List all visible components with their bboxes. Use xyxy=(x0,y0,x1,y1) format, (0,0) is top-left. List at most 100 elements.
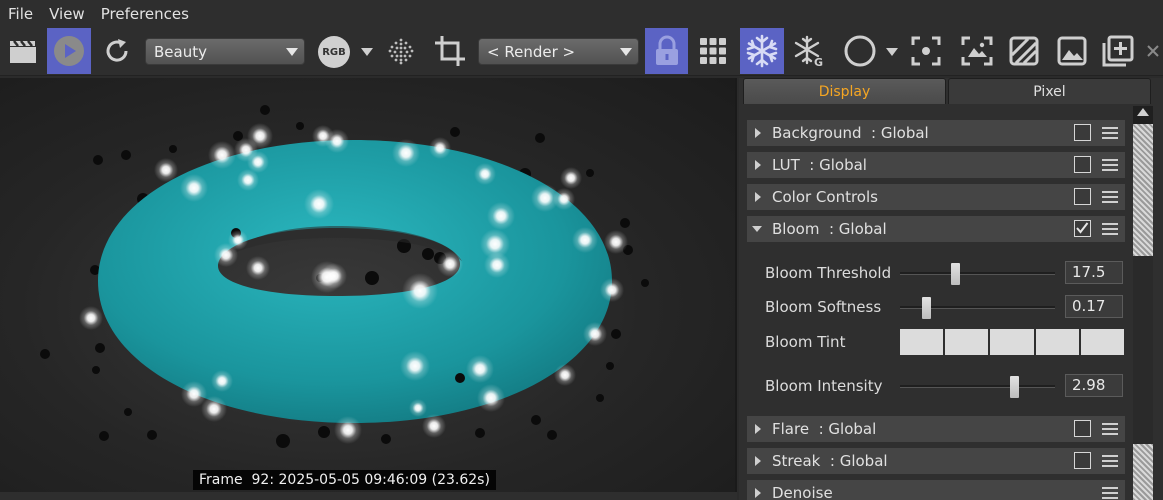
snowflake-g-icon: G xyxy=(794,35,823,68)
section-enable-checkbox[interactable] xyxy=(1074,420,1091,437)
menu-file[interactable]: File xyxy=(8,0,33,28)
section-enable-checkbox[interactable] xyxy=(1074,188,1091,205)
grid-view-button[interactable] xyxy=(694,28,732,74)
menu-preferences[interactable]: Preferences xyxy=(101,0,189,28)
refresh-button[interactable] xyxy=(100,28,134,74)
region-fit-button[interactable] xyxy=(956,28,998,74)
bloom-threshold-input[interactable]: 17.5 xyxy=(1065,261,1123,284)
tint-swatch[interactable] xyxy=(900,329,944,355)
expand-arrow-icon[interactable] xyxy=(755,424,761,434)
frame-info-label: Frame 92: 2025-05-05 09:46:09 (23.62s) xyxy=(193,470,496,490)
clapperboard-button[interactable] xyxy=(4,28,42,74)
section-background[interactable]: Background : Global xyxy=(747,120,1125,146)
snowflake-icon xyxy=(746,34,778,68)
tint-swatch[interactable] xyxy=(945,329,989,355)
render-viewport[interactable] xyxy=(0,78,737,492)
collapse-arrow-icon[interactable] xyxy=(752,226,762,232)
hamburger-menu-icon[interactable] xyxy=(1099,155,1121,175)
focus-pick-button[interactable] xyxy=(906,28,946,74)
bloom-intensity-input[interactable]: 2.98 xyxy=(1065,374,1123,397)
bloom-intensity-label: Bloom Intensity xyxy=(765,377,883,395)
section-label: Color Controls xyxy=(772,188,878,206)
settings-panel: Display Pixel Background : Global LUT : … xyxy=(739,78,1163,500)
svg-text:G: G xyxy=(814,56,823,68)
section-streak[interactable]: Streak : Global xyxy=(747,448,1125,474)
toolbar: Beauty RGB < Render > G xyxy=(0,28,1163,76)
chevron-down-icon[interactable] xyxy=(886,48,898,56)
checkmark-icon xyxy=(1076,222,1089,234)
chevron-down-icon xyxy=(286,48,298,56)
hamburger-menu-icon[interactable] xyxy=(1099,451,1121,471)
bloom-intensity-slider-handle[interactable] xyxy=(1010,376,1020,398)
rgb-channel-button[interactable]: RGB xyxy=(318,36,350,68)
tab-display[interactable]: Display xyxy=(743,78,946,104)
panel-tabs: Display Pixel xyxy=(743,78,1151,104)
section-label: Background : Global xyxy=(772,124,929,142)
chevron-down-icon[interactable] xyxy=(361,48,373,56)
bloom-tint-swatches[interactable] xyxy=(900,329,1125,355)
hamburger-menu-icon[interactable] xyxy=(1099,219,1121,239)
render-pass-value: Beauty xyxy=(154,42,207,61)
tint-swatch[interactable] xyxy=(1035,329,1079,355)
add-layer-button[interactable] xyxy=(1098,28,1138,74)
section-bloom[interactable]: Bloom : Global xyxy=(747,216,1125,242)
image-icon xyxy=(1057,36,1087,66)
section-flare[interactable]: Flare : Global xyxy=(747,416,1125,442)
bloom-softness-input[interactable]: 0.17 xyxy=(1065,295,1123,318)
section-color-controls[interactable]: Color Controls xyxy=(747,184,1125,210)
close-icon[interactable] xyxy=(1144,28,1162,74)
scroll-up-icon[interactable] xyxy=(1137,108,1149,116)
section-label: LUT : Global xyxy=(772,156,867,174)
tint-swatch[interactable] xyxy=(1080,329,1125,355)
render-pass-dropdown[interactable]: Beauty xyxy=(145,38,305,65)
section-label: Flare : Global xyxy=(772,420,877,438)
menu-bar: File View Preferences xyxy=(0,0,1163,28)
render-region-value: < Render > xyxy=(487,42,576,61)
expand-arrow-icon[interactable] xyxy=(755,456,761,466)
expand-arrow-icon[interactable] xyxy=(755,128,761,138)
section-enable-checkbox[interactable] xyxy=(1074,156,1091,173)
hamburger-menu-icon[interactable] xyxy=(1099,419,1121,439)
section-enable-checkbox[interactable] xyxy=(1074,452,1091,469)
expand-arrow-icon[interactable] xyxy=(755,192,761,202)
section-lut[interactable]: LUT : Global xyxy=(747,152,1125,178)
bloom-threshold-slider-handle[interactable] xyxy=(951,263,961,285)
lock-button[interactable] xyxy=(645,28,688,74)
global-freeze-button[interactable]: G xyxy=(790,28,828,74)
hamburger-menu-icon[interactable] xyxy=(1099,123,1121,143)
section-label: Streak : Global xyxy=(772,452,888,470)
scrollbar-track-lower[interactable] xyxy=(1133,444,1153,500)
section-enable-checkbox[interactable] xyxy=(1074,124,1091,141)
tab-pixel[interactable]: Pixel xyxy=(948,78,1151,104)
tint-swatch[interactable] xyxy=(990,329,1034,355)
hamburger-menu-icon[interactable] xyxy=(1099,187,1121,207)
refresh-icon xyxy=(106,39,128,62)
render-region-dropdown[interactable]: < Render > xyxy=(478,38,639,65)
scrollbar-thumb[interactable] xyxy=(1133,256,1153,444)
section-label: Denoise xyxy=(772,484,833,500)
bloom-intensity-slider[interactable] xyxy=(900,385,1055,388)
dither-button[interactable] xyxy=(384,28,418,74)
clapperboard-icon xyxy=(10,40,36,63)
bloom-softness-slider-handle[interactable] xyxy=(921,297,931,319)
circle-button[interactable] xyxy=(840,28,880,74)
expand-arrow-icon[interactable] xyxy=(755,160,761,170)
panel-scrollbar[interactable] xyxy=(1133,106,1153,500)
clear-button[interactable] xyxy=(1004,28,1044,74)
freeze-button[interactable] xyxy=(740,28,784,74)
hamburger-menu-icon[interactable] xyxy=(1099,483,1121,500)
play-render-button[interactable] xyxy=(47,28,91,74)
section-denoise[interactable]: Denoise xyxy=(747,480,1125,500)
torus xyxy=(98,140,612,423)
crop-button[interactable] xyxy=(430,28,470,74)
menu-view[interactable]: View xyxy=(49,0,85,28)
hatched-square-icon xyxy=(1009,36,1039,66)
section-enable-checkbox[interactable] xyxy=(1074,220,1091,237)
bloom-threshold-slider[interactable] xyxy=(900,272,1055,275)
expand-arrow-icon[interactable] xyxy=(755,488,761,498)
crop-icon xyxy=(435,36,465,66)
bloom-softness-label: Bloom Softness xyxy=(765,298,882,316)
chevron-down-icon xyxy=(620,48,632,56)
scrollbar-track-upper[interactable] xyxy=(1133,124,1153,256)
image-button[interactable] xyxy=(1052,28,1092,74)
